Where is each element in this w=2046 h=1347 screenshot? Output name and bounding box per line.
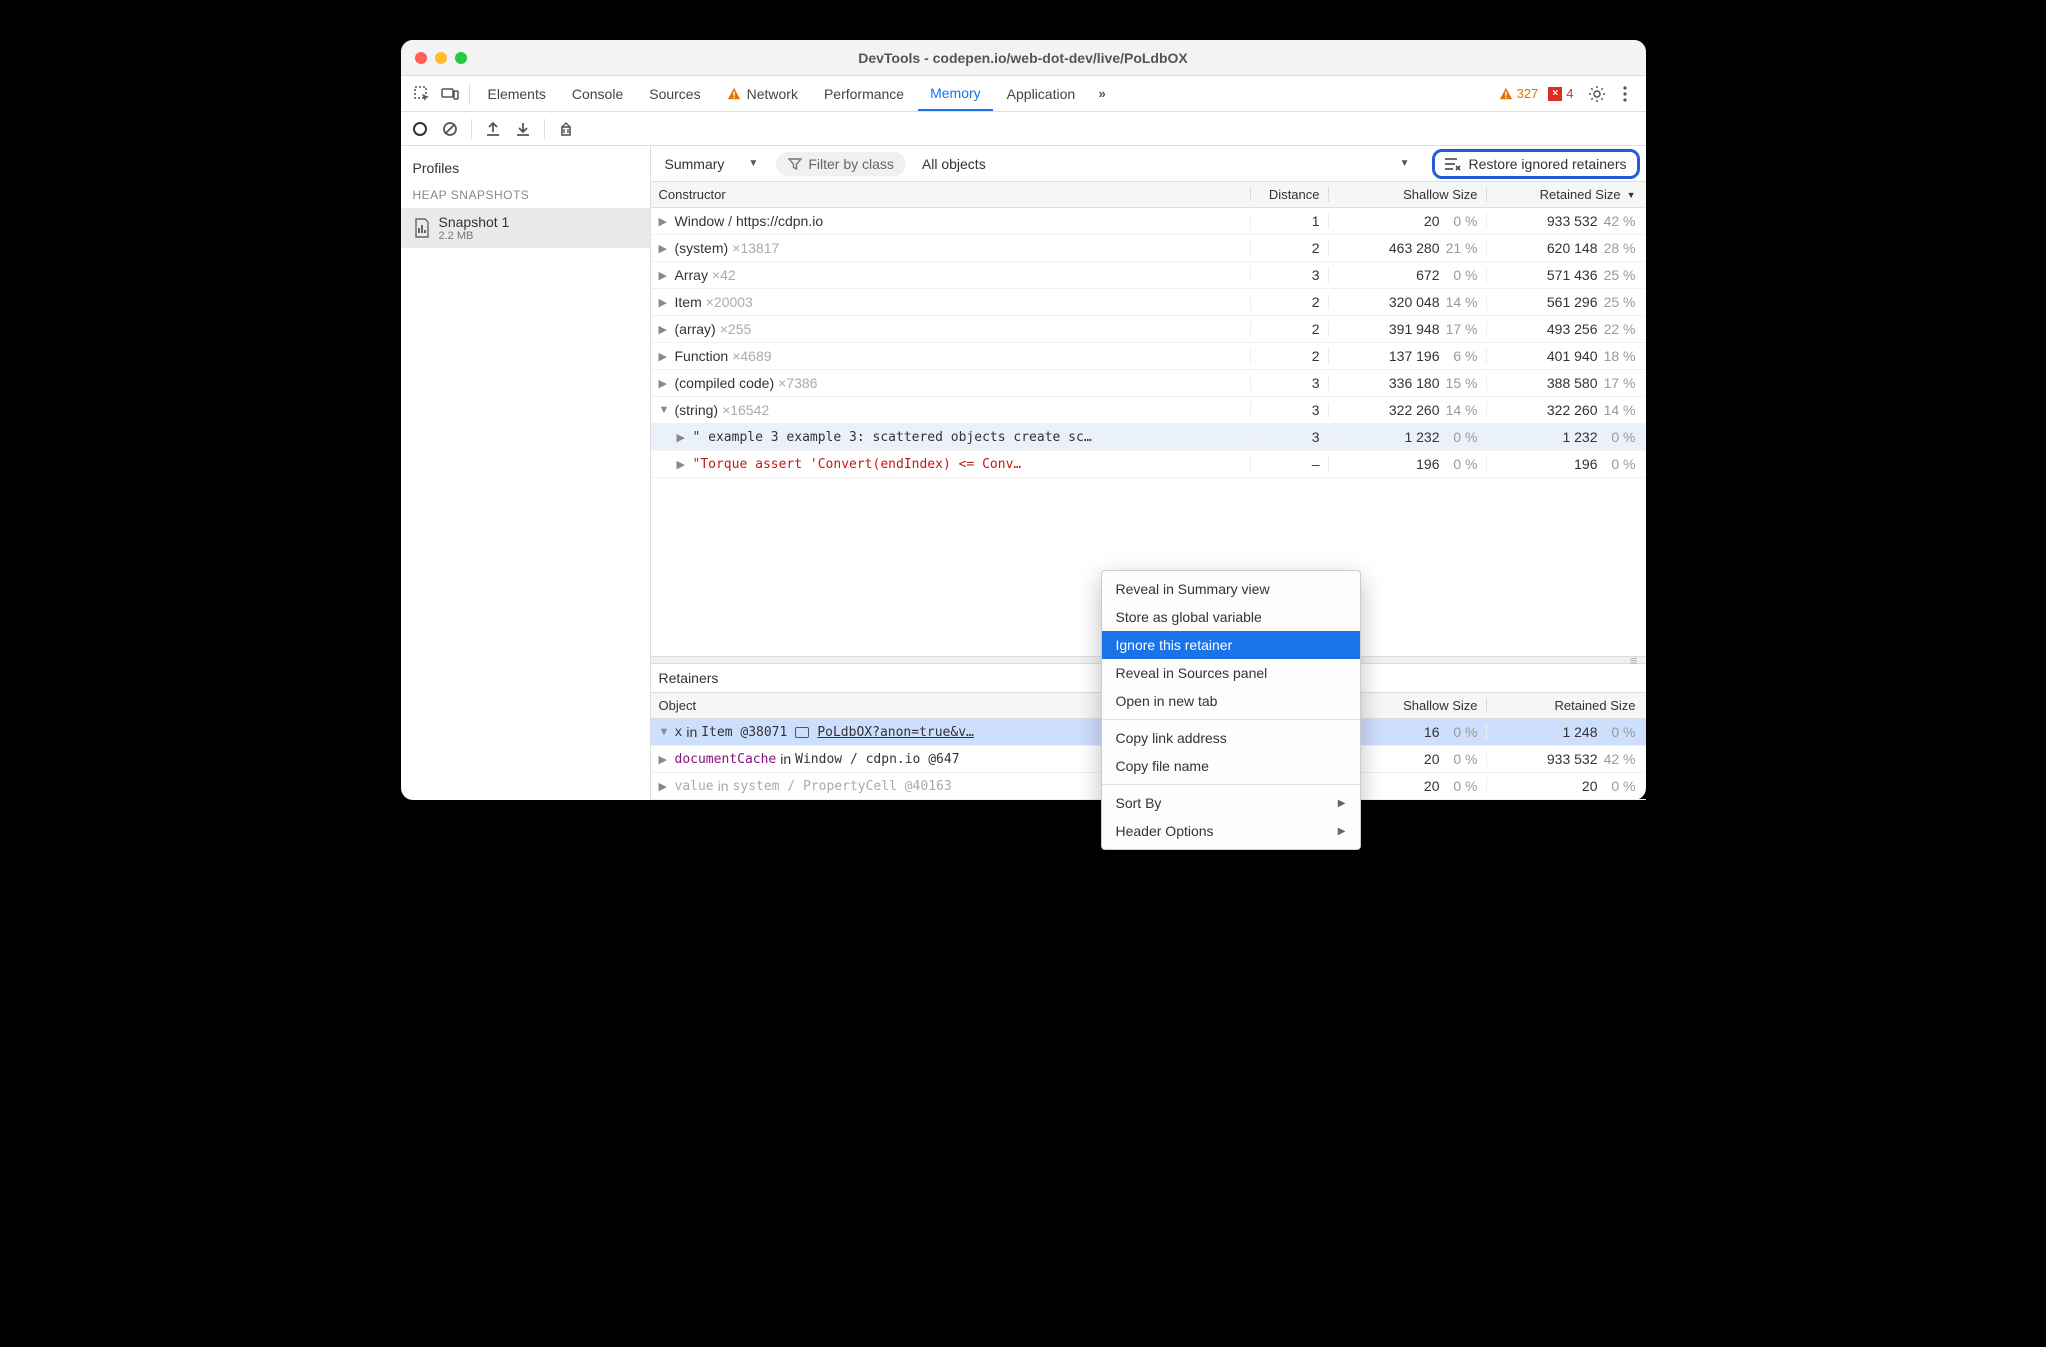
tab-sources[interactable]: Sources (637, 76, 712, 111)
filter-bar: Summary▼ Filter by class All objects ▼ R… (651, 146, 1646, 182)
ctx-store-global[interactable]: Store as global variable (1102, 603, 1360, 631)
titlebar: DevTools - codepen.io/web-dot-dev/live/P… (401, 40, 1646, 76)
table-row[interactable]: ▼(string) ×16542 3322 26014 %322 26014 % (651, 397, 1646, 424)
disclosure-icon[interactable]: ▶ (659, 323, 671, 336)
device-icon[interactable] (437, 81, 463, 107)
context-menu: Reveal in Summary view Store as global v… (1101, 570, 1361, 850)
disclosure-icon[interactable]: ▶ (659, 296, 671, 309)
class-filter[interactable]: Filter by class (776, 152, 906, 176)
sort-desc-icon: ▼ (1627, 190, 1636, 200)
table-row[interactable]: ▶(compiled code) ×7386 3336 18015 %388 5… (651, 370, 1646, 397)
source-link[interactable]: PoLdbOX?anon=true&v… (817, 725, 974, 740)
window-title: DevTools - codepen.io/web-dot-dev/live/P… (467, 50, 1580, 66)
error-count[interactable]: ×4 (1548, 86, 1573, 101)
col-retained-size[interactable]: Retained Size▼ (1486, 187, 1646, 202)
inspect-icon[interactable] (409, 81, 435, 107)
table-row[interactable]: ▶"Torque assert 'Convert(endIndex) <= Co… (651, 451, 1646, 478)
col-retained-size[interactable]: Retained Size (1486, 698, 1646, 713)
disclosure-icon[interactable]: ▶ (659, 215, 671, 228)
load-icon[interactable] (480, 116, 506, 142)
table-row[interactable]: ▶(array) ×255 2391 94817 %493 25622 % (651, 316, 1646, 343)
devtools-window: DevTools - codepen.io/web-dot-dev/live/P… (401, 40, 1646, 800)
table-row[interactable]: ▶Window / https://cdpn.io 1200 %933 5324… (651, 208, 1646, 235)
save-icon[interactable] (510, 116, 536, 142)
ctx-reveal-summary[interactable]: Reveal in Summary view (1102, 575, 1360, 603)
tab-network-label: Network (747, 86, 798, 102)
record-icon[interactable] (407, 116, 433, 142)
more-tabs-icon[interactable]: » (1089, 81, 1115, 107)
filter-icon (788, 157, 802, 171)
restore-icon (1445, 157, 1461, 171)
kebab-icon[interactable] (1612, 81, 1638, 107)
col-constructor[interactable]: Constructor (651, 187, 1250, 202)
disclosure-icon[interactable]: ▼ (659, 726, 671, 738)
tab-application[interactable]: Application (995, 76, 1088, 111)
zoom-icon[interactable] (455, 52, 467, 64)
tab-performance[interactable]: Performance (812, 76, 916, 111)
snapshot-size: 2.2 MB (439, 230, 510, 242)
sidebar-category: HEAP SNAPSHOTS (401, 182, 650, 208)
ctx-header-options[interactable]: Header Options▶ (1102, 817, 1360, 845)
disclosure-icon[interactable]: ▼ (659, 404, 671, 416)
ctx-separator (1102, 784, 1360, 785)
chevron-right-icon: ▶ (1338, 798, 1346, 809)
ctx-separator (1102, 719, 1360, 720)
ctx-copy-filename[interactable]: Copy file name (1102, 752, 1360, 780)
disclosure-icon[interactable]: ▶ (677, 431, 689, 444)
minimize-icon[interactable] (435, 52, 447, 64)
all-objects-dropdown[interactable]: All objects (916, 156, 1390, 172)
tab-console[interactable]: Console (560, 76, 635, 111)
disclosure-icon[interactable]: ▶ (659, 350, 671, 363)
table-row[interactable]: ▶" example 3 example 3: scattered object… (651, 424, 1646, 451)
table-row[interactable]: ▶Array ×42 36720 %571 43625 % (651, 262, 1646, 289)
table-row[interactable]: ▶Item ×20003 2320 04814 %561 29625 % (651, 289, 1646, 316)
error-icon: × (1548, 87, 1562, 101)
sidebar-heading: Profiles (401, 154, 650, 182)
chevron-down-icon: ▼ (748, 158, 758, 169)
tab-network[interactable]: Network (715, 76, 810, 111)
ctx-reveal-sources[interactable]: Reveal in Sources panel (1102, 659, 1360, 687)
ctx-ignore-retainer[interactable]: Ignore this retainer (1102, 631, 1360, 659)
devtools-tabbar: Elements Console Sources Network Perform… (401, 76, 1646, 112)
sidebar: Profiles HEAP SNAPSHOTS Snapshot 1 2.2 M… (401, 146, 651, 800)
table-row[interactable]: ▶Function ×4689 2137 1966 %401 94018 % (651, 343, 1646, 370)
disclosure-icon[interactable]: ▶ (659, 753, 671, 766)
clear-icon[interactable] (437, 116, 463, 142)
table-row[interactable]: ▶(system) ×13817 2463 28021 %620 14828 % (651, 235, 1646, 262)
sidebar-item-snapshot[interactable]: Snapshot 1 2.2 MB (401, 208, 650, 248)
grid-header: Constructor Distance Shallow Size Retain… (651, 182, 1646, 208)
restore-ignored-retainers-button[interactable]: Restore ignored retainers (1432, 149, 1640, 179)
ctx-sort-by[interactable]: Sort By▶ (1102, 789, 1360, 817)
disclosure-icon[interactable]: ▶ (659, 242, 671, 255)
disclosure-icon[interactable]: ▶ (659, 377, 671, 390)
collect-garbage-icon[interactable] (553, 116, 579, 142)
close-icon[interactable] (415, 52, 427, 64)
tablet-icon (795, 727, 809, 738)
col-shallow-size[interactable]: Shallow Size (1328, 187, 1486, 202)
snapshot-icon (413, 218, 431, 238)
col-distance[interactable]: Distance (1250, 187, 1328, 202)
warning-count[interactable]: 327 (1499, 86, 1539, 101)
disclosure-icon[interactable]: ▶ (677, 458, 689, 471)
disclosure-icon[interactable]: ▶ (659, 780, 671, 793)
view-dropdown[interactable]: Summary▼ (657, 151, 767, 177)
disclosure-icon[interactable]: ▶ (659, 269, 671, 282)
gear-icon[interactable] (1584, 81, 1610, 107)
chevron-right-icon: ▶ (1338, 826, 1346, 837)
chevron-down-icon: ▼ (1400, 158, 1416, 169)
tab-memory[interactable]: Memory (918, 76, 993, 111)
snapshot-name: Snapshot 1 (439, 214, 510, 230)
ctx-copy-link[interactable]: Copy link address (1102, 724, 1360, 752)
window-controls (415, 52, 467, 64)
tab-elements[interactable]: Elements (476, 76, 558, 111)
profile-toolbar (401, 112, 1646, 146)
ctx-open-new-tab[interactable]: Open in new tab (1102, 687, 1360, 715)
